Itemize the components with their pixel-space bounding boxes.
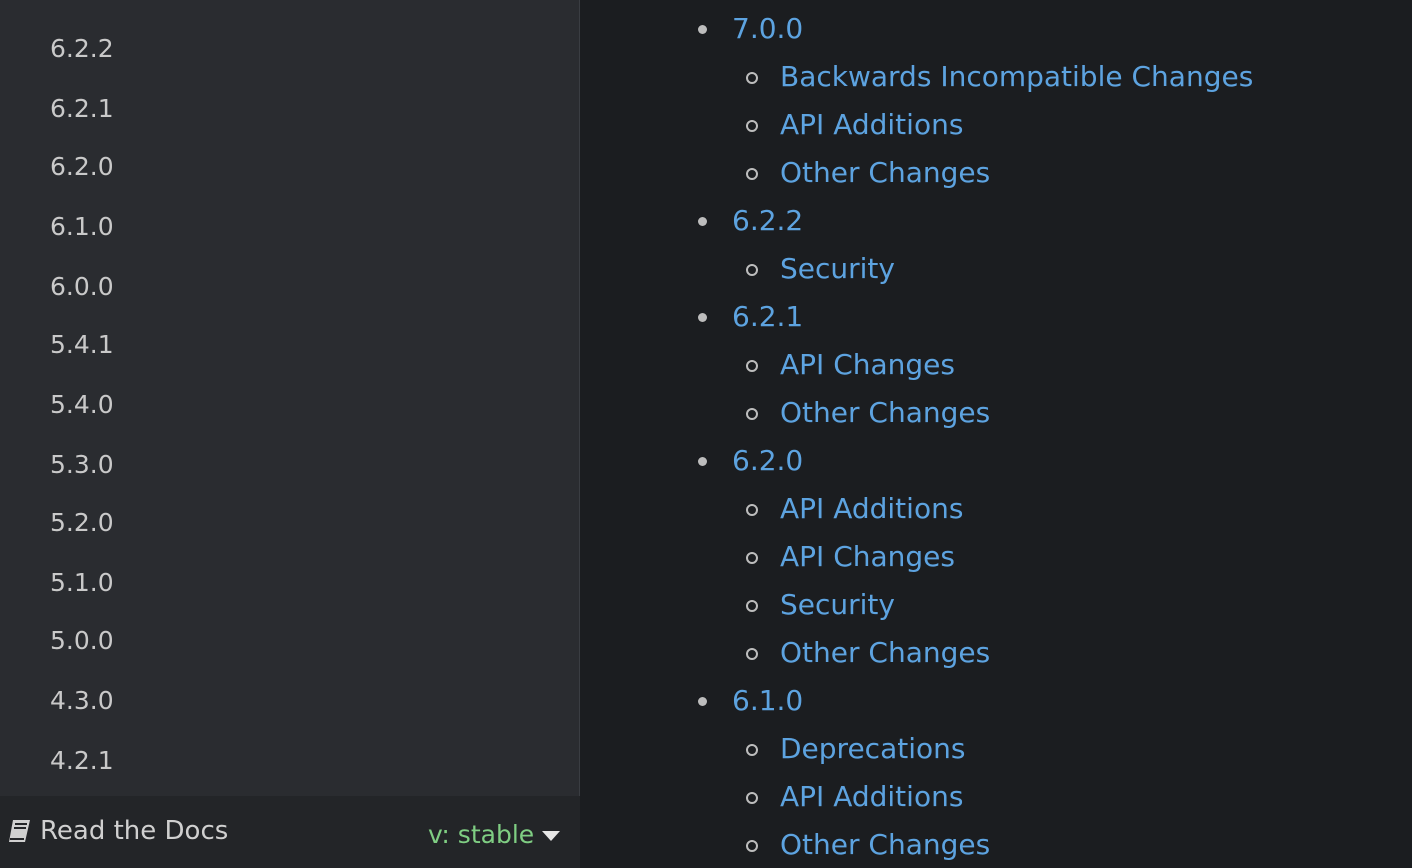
sub-bullet-icon: [746, 264, 758, 276]
rtd-brand-link[interactable]: Read the Docs: [6, 814, 228, 848]
toc-link-subsection[interactable]: Security: [780, 588, 895, 622]
sub-bullet-icon: [746, 648, 758, 660]
caret-down-icon: [542, 831, 561, 841]
bullet-icon: [698, 25, 707, 34]
toc-link-version[interactable]: 6.2.0: [732, 444, 803, 478]
toc-link-subsection[interactable]: API Additions: [780, 108, 963, 142]
version-switcher[interactable]: v: stable: [428, 818, 561, 852]
version-label: v: stable: [428, 820, 535, 849]
sidebar-item-version[interactable]: 5.4.0: [50, 390, 114, 420]
toc-link-version[interactable]: 6.2.2: [732, 204, 803, 238]
sidebar-item-version[interactable]: 6.1.0: [50, 212, 114, 242]
toc-link-subsection[interactable]: API Changes: [780, 540, 955, 574]
rtd-brand-label: Read the Docs: [40, 816, 229, 846]
sub-bullet-icon: [746, 360, 758, 372]
sidebar-item-version[interactable]: 6.0.0: [50, 272, 114, 302]
sidebar-item-version[interactable]: 4.2.1: [50, 746, 114, 776]
toc-link-subsection[interactable]: API Additions: [780, 780, 963, 814]
sub-bullet-icon: [746, 120, 758, 132]
rtd-footer: Read the Docs v: stable: [0, 796, 580, 868]
toc-link-subsection[interactable]: Backwards Incompatible Changes: [780, 60, 1253, 94]
toc-link-subsection[interactable]: API Changes: [780, 348, 955, 382]
bullet-icon: [698, 457, 707, 466]
bullet-icon: [698, 217, 707, 226]
sub-bullet-icon: [746, 552, 758, 564]
sub-bullet-icon: [746, 504, 758, 516]
toc-link-version[interactable]: 6.1.0: [732, 684, 803, 718]
toc-link-subsection[interactable]: API Additions: [780, 492, 963, 526]
bullet-icon: [698, 697, 707, 706]
sidebar-item-version[interactable]: 5.0.0: [50, 626, 114, 656]
toc-link-version[interactable]: 6.2.1: [732, 300, 803, 334]
sidebar-item-version[interactable]: 5.3.0: [50, 450, 114, 480]
sidebar-item-version[interactable]: 6.2.0: [50, 152, 114, 182]
toc-link-subsection[interactable]: Other Changes: [780, 828, 990, 862]
toc-link-subsection[interactable]: Security: [780, 252, 895, 286]
sidebar-item-version[interactable]: 5.1.0: [50, 568, 114, 598]
toc-link-subsection[interactable]: Other Changes: [780, 156, 990, 190]
sidebar-item-version[interactable]: 4.3.0: [50, 686, 114, 716]
book-icon: [6, 817, 34, 845]
toc-link-version[interactable]: 7.0.0: [732, 12, 803, 46]
sidebar-item-version[interactable]: 6.2.1: [50, 94, 114, 124]
sub-bullet-icon: [746, 600, 758, 612]
toc-link-subsection[interactable]: Other Changes: [780, 396, 990, 430]
toc-link-subsection[interactable]: Deprecations: [780, 732, 965, 766]
sub-bullet-icon: [746, 792, 758, 804]
sidebar-item-version[interactable]: 5.2.0: [50, 508, 114, 538]
sidebar-item-version[interactable]: 6.2.2: [50, 34, 114, 64]
sub-bullet-icon: [746, 72, 758, 84]
sub-bullet-icon: [746, 168, 758, 180]
sidebar-item-version[interactable]: 5.4.1: [50, 330, 114, 360]
sub-bullet-icon: [746, 744, 758, 756]
toc-link-subsection[interactable]: Other Changes: [780, 636, 990, 670]
sub-bullet-icon: [746, 840, 758, 852]
sub-bullet-icon: [746, 408, 758, 420]
main-content: 7.0.0 Backwards Incompatible Changes API…: [581, 0, 1412, 868]
sidebar: 6.2.2 6.2.1 6.2.0 6.1.0 6.0.0 5.4.1 5.4.…: [0, 0, 580, 868]
bullet-icon: [698, 313, 707, 322]
